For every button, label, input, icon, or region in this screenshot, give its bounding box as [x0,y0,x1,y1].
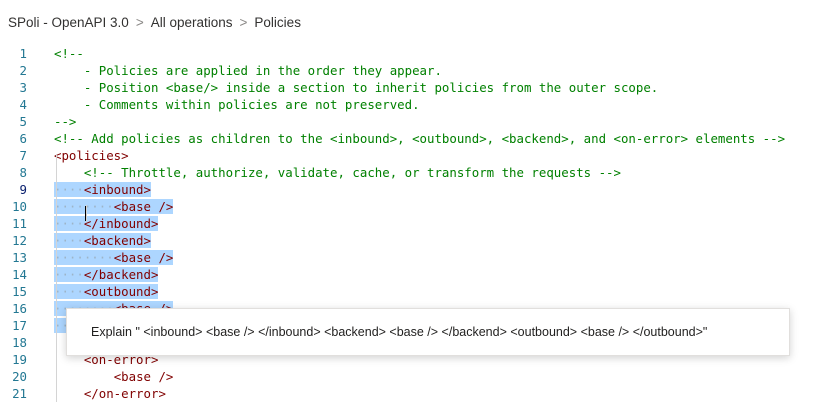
code-line[interactable]: 13 ········<base /> [0,249,816,266]
line-text: <!-- [54,46,84,61]
line-code: ········<base /> [54,249,174,266]
line-number: 21 [12,386,27,401]
line-number: 15 [12,284,27,299]
line-code: - Comments within policies are not prese… [54,96,420,113]
breadcrumb-separator: > [135,14,144,30]
explain-text: Explain " <inbound> <base /> </inbound> … [91,325,708,339]
line-text: - Position <base/> inside a section to i… [83,80,659,95]
text-cursor [85,206,86,221]
line-number: 5 [19,114,27,129]
line-text: <base /> [113,199,174,214]
line-code: ····</backend> [54,266,159,283]
line-text: <base /> [113,369,174,384]
code-line[interactable]: 10 ········<base /> [0,198,816,215]
code-line[interactable]: 14 ····</backend> [0,266,816,283]
line-text: </on-error> [83,386,166,401]
code-line[interactable]: 15 ····<outbound> [0,283,816,300]
line-code: </on-error> [54,385,166,402]
line-indent: ···· [54,267,84,282]
code-line[interactable]: 9 ····<inbound> [0,181,816,198]
line-number: 16 [12,301,27,316]
line-number: 17 [12,318,27,333]
line-text: <backend> [83,233,151,248]
code-line[interactable]: 2 - Policies are applied in the order th… [0,62,816,79]
line-indent: ···· [54,216,84,231]
code-line[interactable]: 21 </on-error> [0,385,816,402]
line-code: ····</inbound> [54,215,159,232]
line-text: </backend> [83,267,159,282]
line-number: 6 [19,131,27,146]
line-text: <!-- Throttle, authorize, validate, cach… [83,165,621,180]
line-code: ····<inbound> [54,181,151,198]
code-line[interactable]: 5 --> [0,113,816,130]
code-line[interactable]: 8 <!-- Throttle, authorize, validate, ca… [0,164,816,181]
line-text: <base /> [113,250,174,265]
line-code: ····<outbound> [54,283,159,300]
breadcrumb-all-operations[interactable]: All operations [151,15,233,30]
line-code: - Position <base/> inside a section to i… [54,79,658,96]
line-code: ····<backend> [54,232,151,249]
line-number: 11 [12,216,27,231]
breadcrumb-policies[interactable]: Policies [254,15,301,30]
indent-guide [86,205,87,222]
code-line[interactable]: 11 ····</inbound> [0,215,816,232]
line-text: <outbound> [83,284,159,299]
line-number: 4 [19,97,27,112]
line-text: --> [54,114,77,129]
breadcrumb-api[interactable]: SPoli - OpenAPI 3.0 [8,15,129,30]
indent-guide [56,154,57,402]
line-indent: ···· [54,233,84,248]
line-number: 20 [12,369,27,384]
line-code: --> [54,113,76,130]
line-text: <policies> [54,148,129,163]
line-number: 8 [19,165,27,180]
line-code: ········<base /> [54,198,174,215]
line-indent: ···· [54,284,84,299]
line-code: <!-- Add policies as children to the <in… [54,130,785,147]
line-code: <!-- Throttle, authorize, validate, cach… [54,164,621,181]
line-number: 2 [19,63,27,78]
line-number: 1 [19,46,27,61]
line-number: 10 [12,199,27,214]
code-line[interactable]: 4 - Comments within policies are not pre… [0,96,816,113]
line-code: <base /> [54,368,174,385]
line-code: - Policies are applied in the order they… [54,62,442,79]
breadcrumb-separator: > [239,14,248,30]
code-line[interactable]: 3 - Position <base/> inside a section to… [0,79,816,96]
line-text: - Policies are applied in the order they… [83,63,442,78]
line-indent: ···· [54,182,84,197]
line-code: <!-- [54,45,84,62]
code-line[interactable]: 7 <policies> [0,147,816,164]
line-number: 9 [19,182,27,197]
line-code: <policies> [54,147,129,164]
code-line[interactable]: 6 <!-- Add policies as children to the <i… [0,130,816,147]
line-number: 18 [12,335,27,350]
line-number: 12 [12,233,27,248]
line-indent: ········ [54,199,114,214]
line-indent: ········ [54,250,114,265]
line-number: 7 [19,148,27,163]
explain-popup[interactable]: Explain " <inbound> <base /> </inbound> … [66,308,790,356]
breadcrumb: SPoli - OpenAPI 3.0 > All operations > P… [0,0,816,44]
line-number: 13 [12,250,27,265]
line-number: 3 [19,80,27,95]
line-text: - Comments within policies are not prese… [83,97,420,112]
line-number: 19 [12,352,27,367]
code-line[interactable]: 12 ····<backend> [0,232,816,249]
code-line[interactable]: 20 <base /> [0,368,816,385]
line-text: <inbound> [83,182,151,197]
line-text: </inbound> [83,216,159,231]
line-number: 14 [12,267,27,282]
code-line[interactable]: 1 <!-- [0,45,816,62]
line-text: <!-- Add policies as children to the <in… [54,131,786,146]
